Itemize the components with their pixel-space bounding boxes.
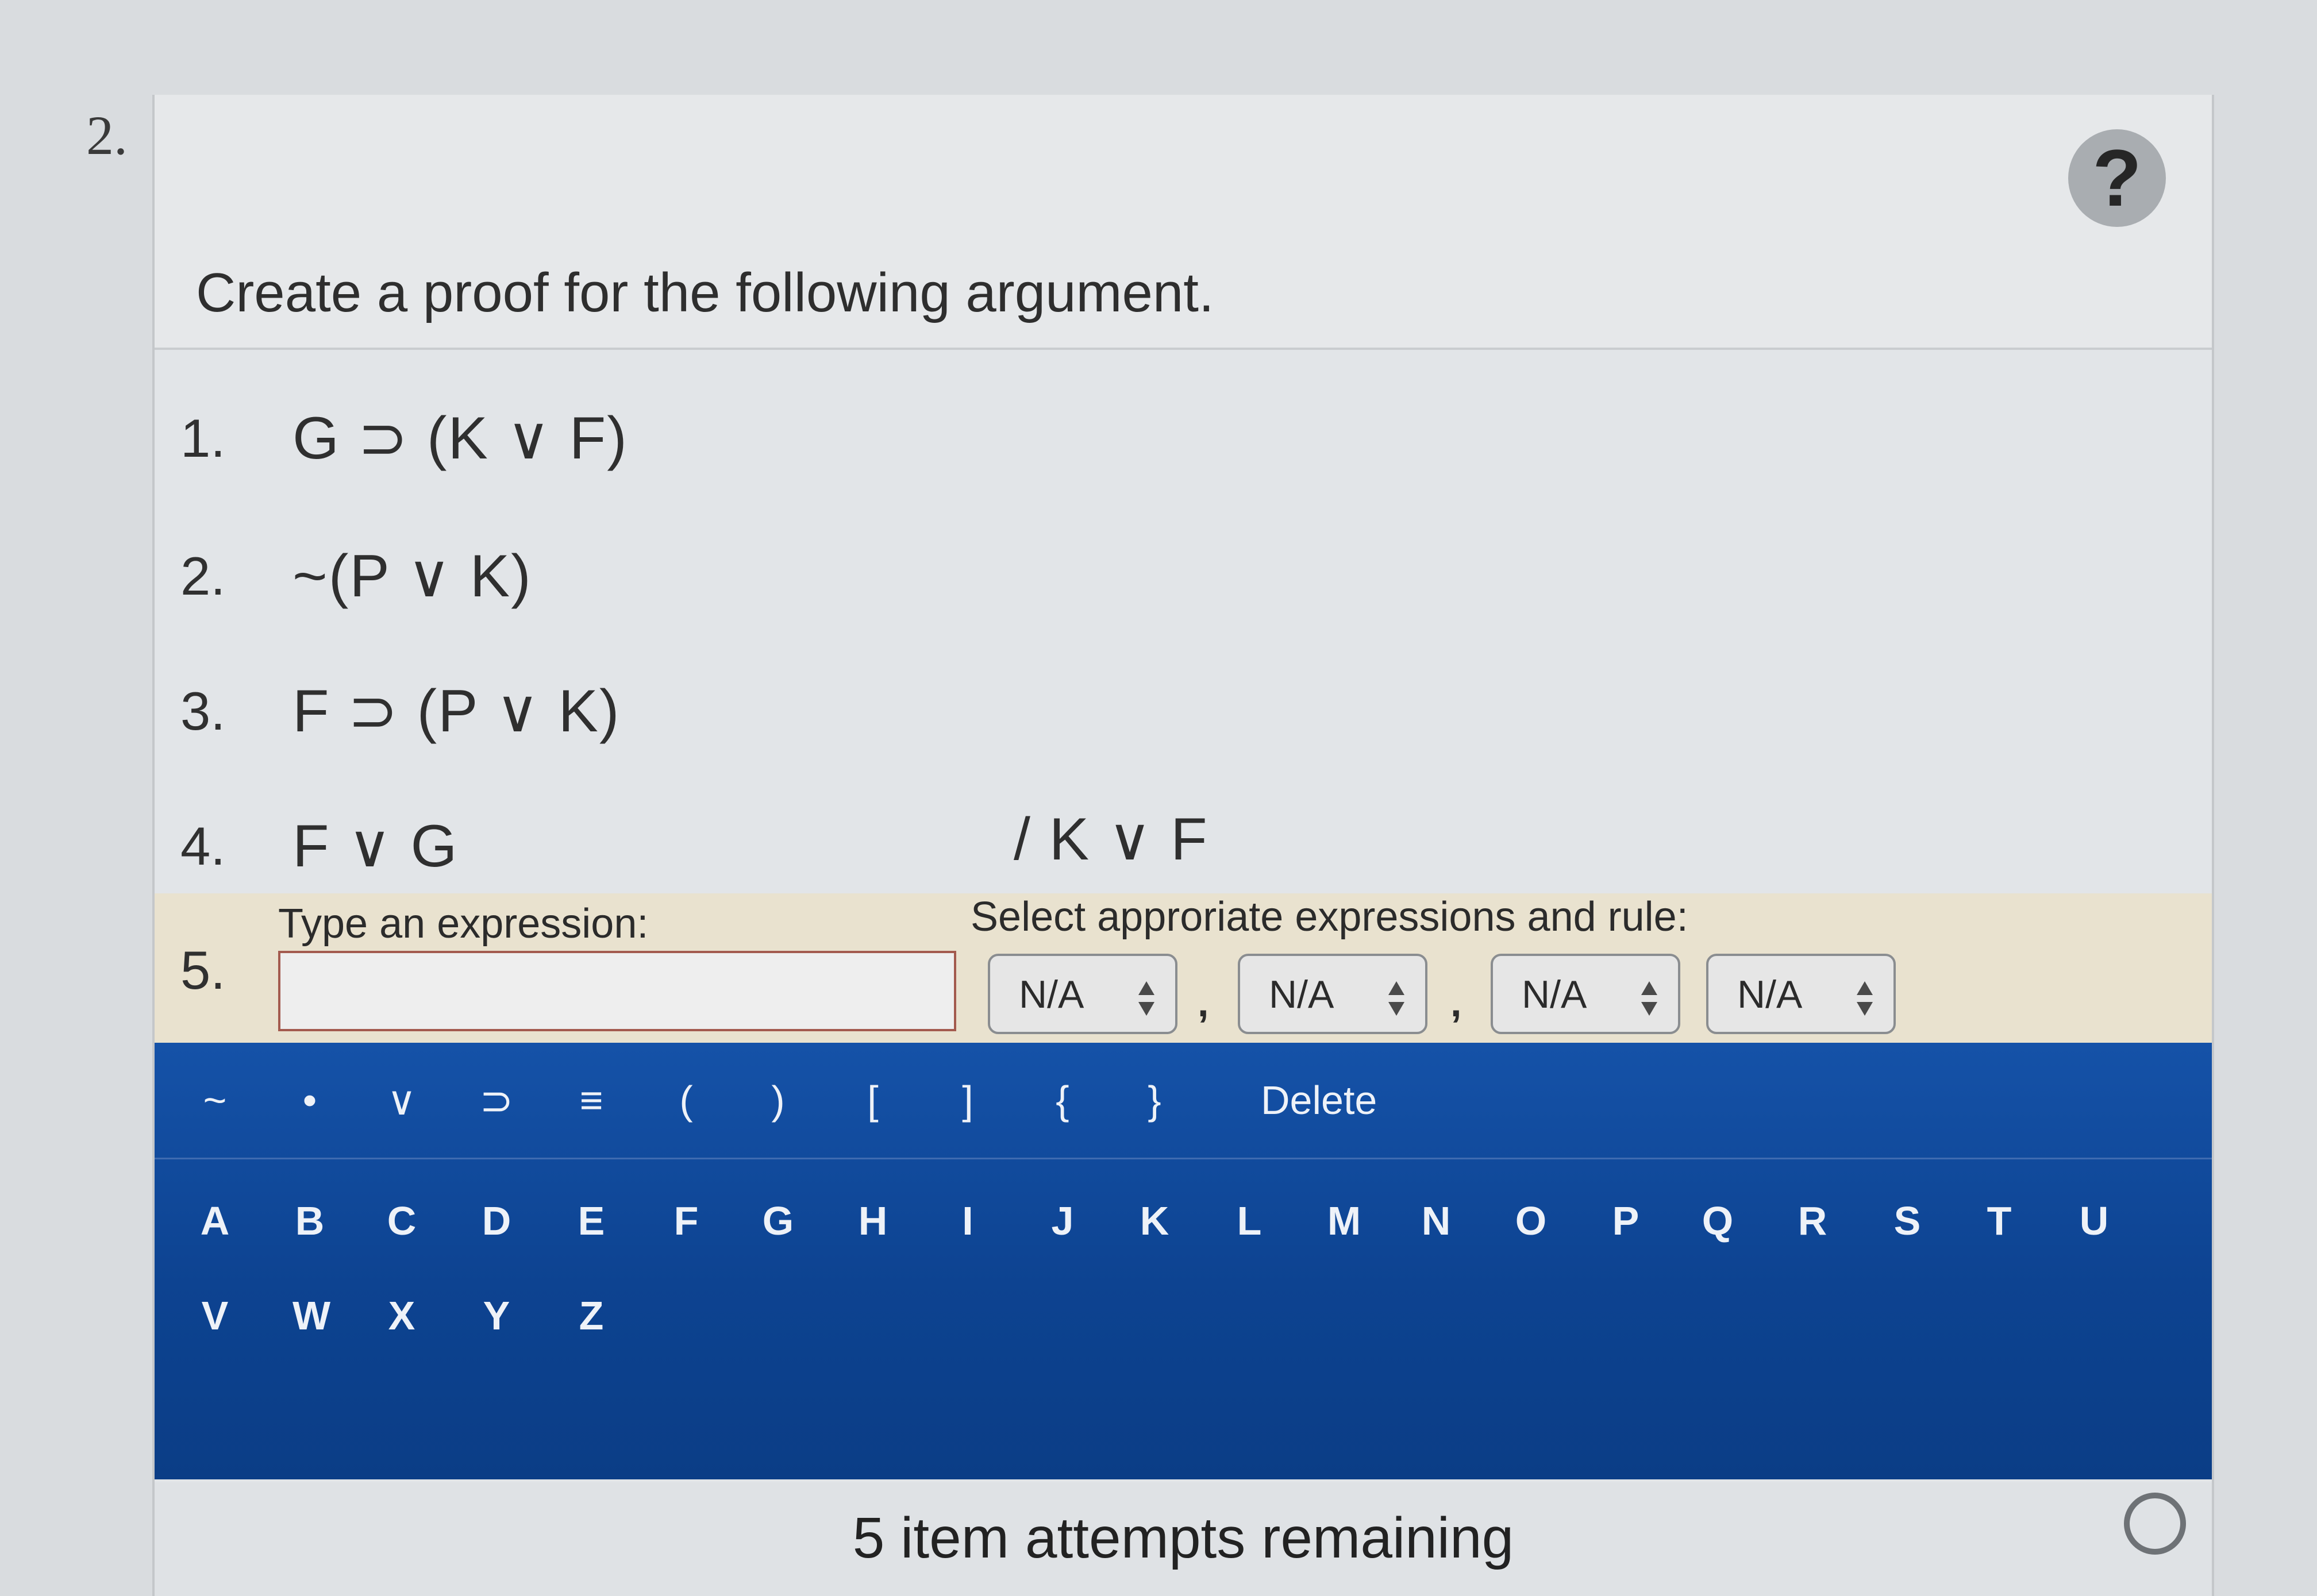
key-letter-g[interactable]: G [761, 1198, 795, 1244]
line-select-1[interactable]: N/A [988, 954, 1177, 1034]
key-close-bracket[interactable]: ] [950, 1077, 985, 1123]
rule-select[interactable]: N/A [1706, 954, 1896, 1034]
key-letter-c[interactable]: C [384, 1198, 419, 1244]
attempts-footer: 5 item attempts remaining [155, 1482, 2212, 1596]
premise-number: 1. [180, 408, 226, 468]
key-open-brace[interactable]: { [1045, 1077, 1080, 1123]
question-number: 2. [86, 105, 128, 166]
key-letter-u[interactable]: U [2077, 1198, 2111, 1244]
key-dot[interactable]: • [292, 1077, 327, 1123]
key-close-brace[interactable]: } [1137, 1077, 1172, 1123]
attempts-remaining-text: 5 item attempts remaining [852, 1506, 1514, 1570]
progress-circle-icon [2124, 1493, 2186, 1555]
premise-row: 4. F ∨ G / K ∨ F [180, 804, 2134, 896]
separator-comma: , [1450, 980, 1462, 1025]
key-letter-e[interactable]: E [574, 1198, 609, 1244]
key-letter-i[interactable]: I [950, 1198, 985, 1244]
select-value: N/A [1269, 973, 1334, 1016]
select-value: N/A [1737, 973, 1803, 1016]
entry-line-number: 5. [180, 940, 226, 1000]
help-icon[interactable]: ? [2068, 129, 2166, 227]
key-letter-j[interactable]: J [1045, 1198, 1080, 1244]
key-letter-x[interactable]: X [384, 1293, 419, 1339]
question-card: ? Create a proof for the following argum… [152, 95, 2214, 1596]
key-letter-n[interactable]: N [1419, 1198, 1453, 1244]
key-letter-l[interactable]: L [1232, 1198, 1267, 1244]
updown-arrow-icon [1641, 981, 1657, 1016]
conclusion-expression: / K ∨ F [1014, 806, 1208, 873]
key-letter-d[interactable]: D [479, 1198, 514, 1244]
key-letter-z[interactable]: Z [574, 1293, 609, 1339]
premise-expression: G ⊃ (K ∨ F) [292, 405, 628, 472]
proof-entry-row: 5. Type an expression: Select approriate… [155, 893, 2212, 1043]
line-select-2[interactable]: N/A [1238, 954, 1427, 1034]
select-rule-label: Select approriate expressions and rule: [971, 894, 1688, 940]
line-select-3[interactable]: N/A [1491, 954, 1680, 1034]
key-letter-m[interactable]: M [1327, 1198, 1361, 1244]
updown-arrow-icon [1388, 981, 1404, 1016]
premise-number: 2. [180, 546, 226, 606]
updown-arrow-icon [1138, 981, 1154, 1016]
key-letter-w[interactable]: W [292, 1293, 330, 1339]
key-letter-s[interactable]: S [1890, 1198, 1925, 1244]
key-letter-r[interactable]: R [1795, 1198, 1830, 1244]
premise-row: 3. F ⊃ (P ∨ K) [180, 669, 2134, 761]
key-letter-q[interactable]: Q [1700, 1198, 1735, 1244]
key-tilde[interactable]: ~ [198, 1077, 232, 1123]
key-letter-h[interactable]: H [856, 1198, 890, 1244]
premise-list: 1. G ⊃ (K ∨ F) 2. ~(P ∨ K) 3. F ⊃ (P ∨ K… [155, 350, 2212, 890]
premise-row: 2. ~(P ∨ K) [180, 534, 2134, 626]
instruction-text: Create a proof for the following argumen… [196, 262, 1214, 323]
separator-comma: , [1198, 980, 1209, 1025]
premise-number: 3. [180, 681, 226, 741]
key-open-bracket[interactable]: [ [856, 1077, 890, 1123]
premise-expression: ~(P ∨ K) [292, 543, 532, 610]
key-letter-a[interactable]: A [198, 1198, 232, 1244]
select-value: N/A [1522, 973, 1587, 1016]
delete-button[interactable]: Delete [1261, 1077, 1387, 1123]
card-header: ? Create a proof for the following argum… [155, 95, 2212, 350]
key-letter-v[interactable]: V [198, 1293, 232, 1339]
premise-expression: F ∨ G [292, 813, 459, 880]
symbol-key-row: ~ • ∨ ⊃ ≡ ( ) [ ] { } Delete [155, 1043, 2212, 1159]
updown-arrow-icon [1857, 981, 1873, 1016]
symbol-keyboard: ~ • ∨ ⊃ ≡ ( ) [ ] { } Delete A B C D E F… [155, 1043, 2212, 1479]
key-horseshoe[interactable]: ⊃ [479, 1077, 514, 1124]
key-letter-p[interactable]: P [1608, 1198, 1643, 1244]
key-letter-f[interactable]: F [669, 1198, 703, 1244]
type-expression-label: Type an expression: [278, 901, 649, 947]
key-open-paren[interactable]: ( [669, 1077, 703, 1123]
key-letter-b[interactable]: B [292, 1198, 327, 1244]
expression-input[interactable] [278, 951, 956, 1031]
key-wedge[interactable]: ∨ [384, 1077, 419, 1124]
key-close-paren[interactable]: ) [761, 1077, 795, 1123]
key-letter-k[interactable]: K [1137, 1198, 1172, 1244]
key-triple-bar[interactable]: ≡ [574, 1077, 609, 1123]
key-letter-o[interactable]: O [1514, 1198, 1548, 1244]
select-value: N/A [1019, 973, 1084, 1016]
key-letter-t[interactable]: T [1982, 1198, 2016, 1244]
key-letter-y[interactable]: Y [479, 1293, 514, 1339]
premise-expression: F ⊃ (P ∨ K) [292, 678, 621, 745]
premise-number: 4. [180, 816, 226, 876]
premise-row: 1. G ⊃ (K ∨ F) [180, 396, 2134, 488]
